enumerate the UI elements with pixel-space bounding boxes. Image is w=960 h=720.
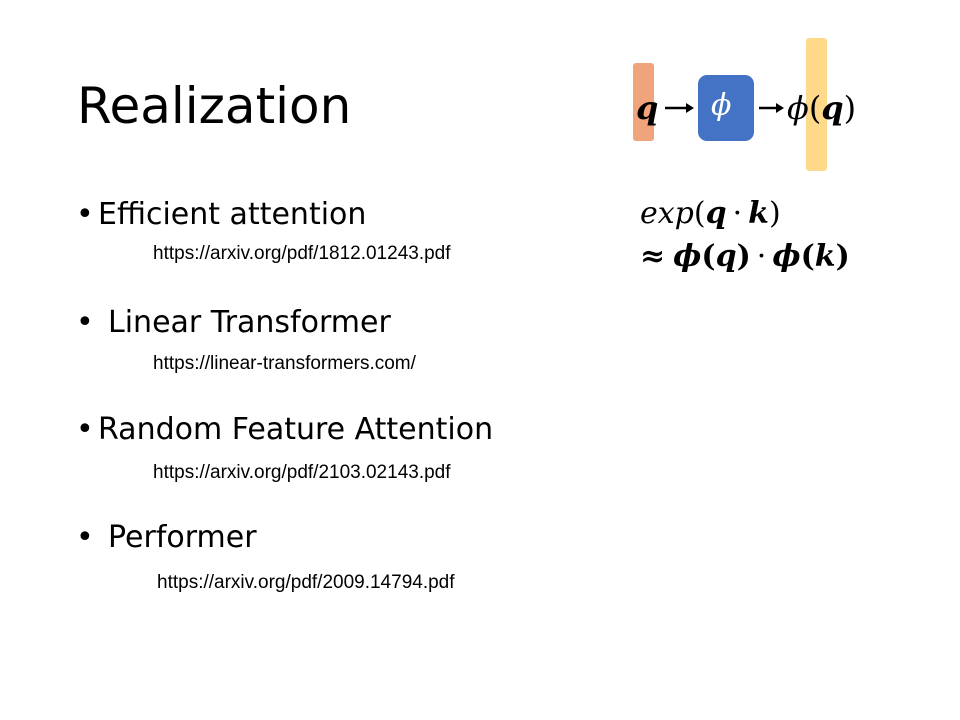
formula-phi-1: ϕ [673,239,702,274]
output-open-paren: ( [808,89,822,127]
output-phi: ϕ [787,89,809,127]
arrow-head-1 [686,103,694,113]
formula-k: k [748,196,769,231]
arrow-head-2 [776,103,784,113]
formula-dot: · [732,196,743,231]
output-q: q [821,89,844,127]
bullet-label: Linear Transformer [108,305,391,340]
bullet-label: Random Feature Attention [98,412,494,447]
diagram-output-phi-q: ϕ(q) [787,88,856,128]
bullet-dot: • [76,305,94,340]
formula-phi-2: ϕ [772,239,801,274]
output-close-paren: ) [843,89,857,127]
bullet-performer: • Performer [76,518,257,558]
formula-open-paren: ( [800,239,815,274]
formula-open-paren: ( [701,239,716,274]
slide-title: Realization [77,77,352,135]
formula-close-paren: ) [835,239,850,274]
formula-close-paren: ) [768,196,781,231]
link-linear-transformer[interactable]: https://linear-transformers.com/ [153,352,416,376]
formula-k: k [814,239,836,274]
bullet-random-feature-attention: • Random Feature Attention [76,410,493,450]
formula-exp: exp [640,196,694,231]
formula-q: q [705,196,727,231]
bullet-dot: • [76,197,94,232]
formula-approx: ≈ [640,239,666,274]
bullet-linear-transformer: • Linear Transformer [76,303,391,343]
formula-line-1: exp(q · k) [640,194,781,234]
link-random-feature-attention[interactable]: https://arxiv.org/pdf/2103.02143.pdf [153,461,451,485]
formula-line-2: ≈ ϕ(q) · ϕ(k) [640,237,850,277]
diagram-input-q: q [636,89,659,127]
bullet-efficient-attention: • Efficient attention [76,195,366,235]
formula-dot: · [756,239,767,274]
bullet-label: Performer [108,520,257,555]
link-efficient-attention[interactable]: https://arxiv.org/pdf/1812.01243.pdf [153,242,451,266]
bullet-dot: • [76,412,94,447]
bullet-label: Efficient attention [98,197,367,232]
link-performer[interactable]: https://arxiv.org/pdf/2009.14794.pdf [157,571,455,595]
formula-q: q [715,239,737,274]
slide: Realization • Efficient attention https:/… [0,0,960,720]
diagram-phi-symbol: ϕ [711,88,732,123]
formula-close-paren: ) [736,239,751,274]
bullet-dot: • [76,520,94,555]
formula-open-paren: ( [693,196,706,231]
